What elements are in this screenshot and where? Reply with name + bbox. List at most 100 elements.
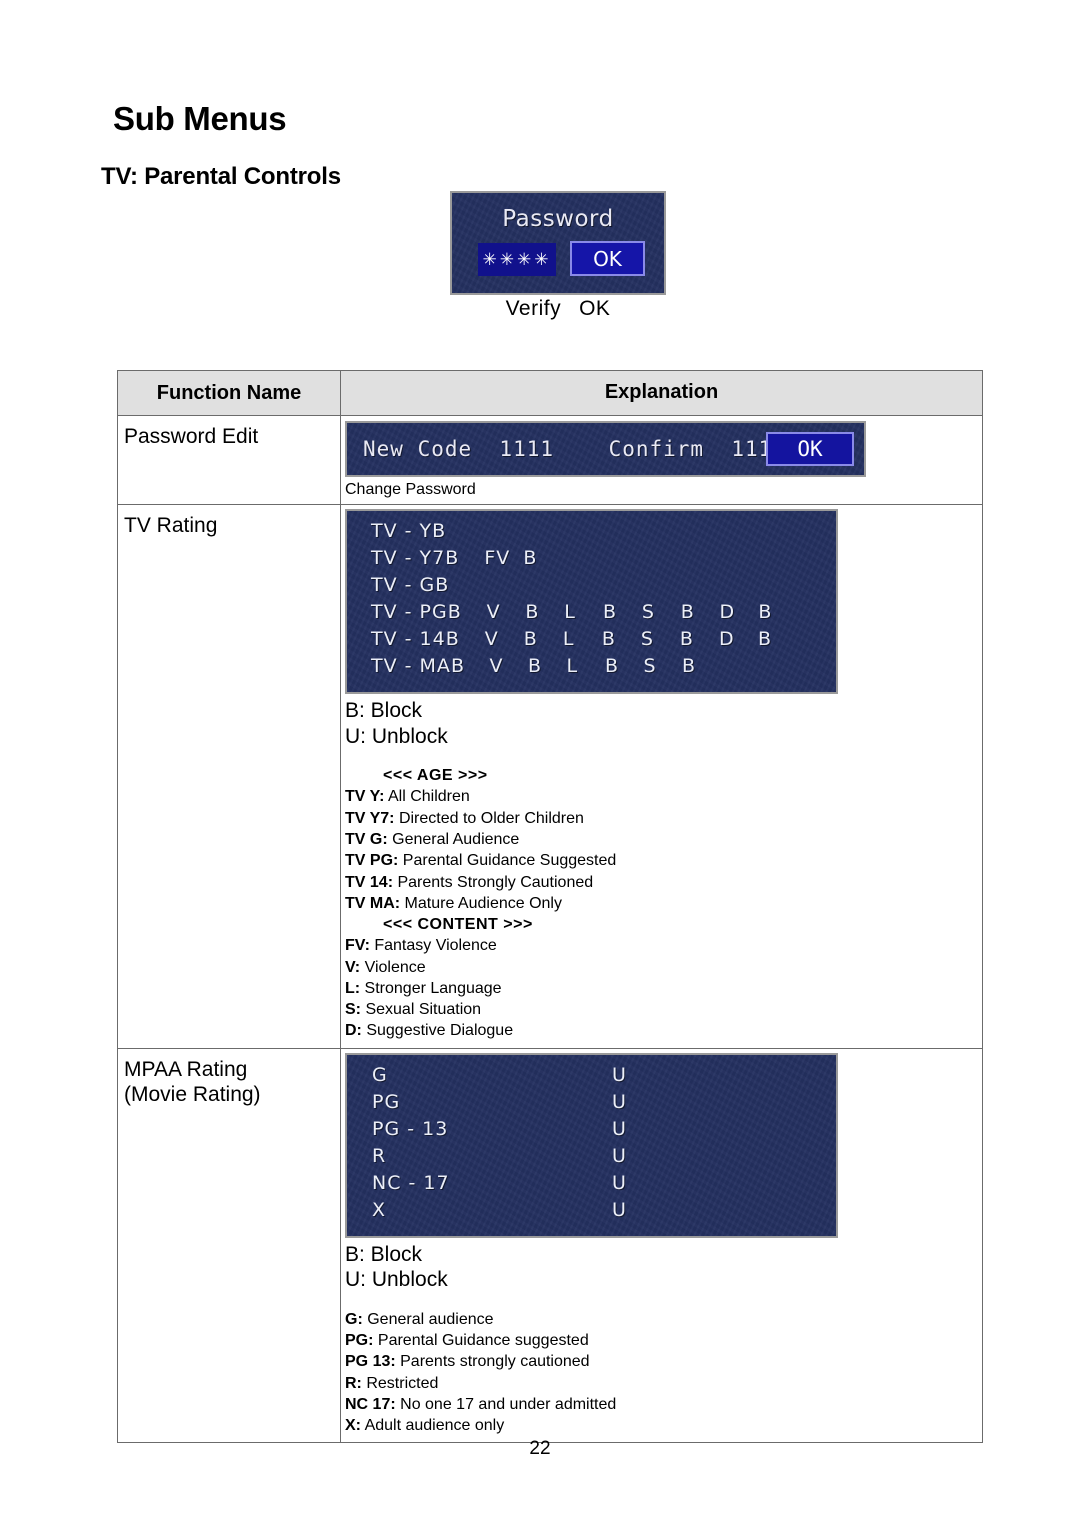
tv-rating-cell[interactable]: B xyxy=(603,601,642,623)
tv-rating-cell[interactable]: B xyxy=(602,628,641,650)
definition-code: FV: xyxy=(345,937,370,955)
age-section-header: <<< AGE >>> xyxy=(383,767,488,785)
tv-rating-cell[interactable]: FV xyxy=(484,547,523,569)
age-definition-item: TV Y: All Children xyxy=(345,786,982,807)
password-input-field[interactable]: ✳✳✳✳ xyxy=(478,243,556,276)
tv-rating-row[interactable]: TV - Y7 B FV B xyxy=(347,547,836,574)
age-definition-item: TV Y7: Directed to Older Children xyxy=(345,808,982,829)
tv-rating-row-label: TV - 14 xyxy=(371,627,446,650)
definition-code: S: xyxy=(345,1001,361,1019)
mpaa-rating-value[interactable]: U xyxy=(612,1145,627,1167)
password-dialog-caption: Verify OK xyxy=(450,297,666,321)
definition-text: Fantasy Violence xyxy=(369,937,497,955)
tv-rating-cell[interactable]: S xyxy=(643,655,682,677)
age-definition-item: TV 14: Parents Strongly Cautioned xyxy=(345,872,982,893)
tv-rating-cell[interactable]: B xyxy=(605,655,644,677)
password-ok-button[interactable]: OK xyxy=(570,241,645,276)
mpaa-rating-row[interactable]: PG U xyxy=(347,1091,836,1118)
row-content-mpaa-rating: G U PG U PG - 13 U R U NC - 17 U X U B: Block U: Un… xyxy=(341,1049,982,1443)
tv-rating-row[interactable]: TV - MA B V B L B S B xyxy=(347,655,836,682)
tv-rating-row[interactable]: TV - PG B V B L B S B D B xyxy=(347,601,836,628)
definition-code: D: xyxy=(345,1022,362,1040)
age-definition-list: TV Y: All Children TV Y7: Directed to Old… xyxy=(345,786,982,914)
mpaa-definition-item: PG: Parental Guidance suggested xyxy=(345,1330,982,1351)
mpaa-rating-value[interactable]: U xyxy=(612,1199,627,1221)
row-content-password-edit: New Code 1111 Confirm 1111 OK Change Pas… xyxy=(341,416,982,504)
section-title: TV: Parental Controls xyxy=(101,163,341,190)
mpaa-definition-item: X: Adult audience only xyxy=(345,1415,982,1436)
tv-rating-cell[interactable]: B xyxy=(758,628,797,650)
mpaa-rating-row-label: PG - 13 xyxy=(372,1117,449,1140)
tv-rating-cell[interactable]: B xyxy=(528,655,567,677)
function-explanation-table: Function Name Explanation Password Edit … xyxy=(117,370,983,1444)
new-code-confirm-line: New Code 1111 Confirm 1111 xyxy=(363,437,786,462)
change-password-osd: New Code 1111 Confirm 1111 OK xyxy=(345,421,866,478)
tv-rating-cell[interactable]: B xyxy=(432,520,472,542)
definition-text: Directed to Older Children xyxy=(394,809,584,827)
mpaa-rating-row[interactable]: XU xyxy=(347,1199,836,1226)
definition-code: V: xyxy=(345,958,361,976)
mpaa-rating-value[interactable]: U xyxy=(612,1091,627,1113)
row-label-tv-rating: TV Rating xyxy=(118,504,341,1048)
tv-rating-cell[interactable]: B xyxy=(680,628,719,650)
mpaa-rating-row[interactable]: RU xyxy=(347,1145,836,1172)
tv-rating-cell[interactable]: B xyxy=(445,547,484,569)
mpaa-rating-row-label: G xyxy=(372,1063,388,1086)
mpaa-rating-row[interactable]: GU xyxy=(347,1064,836,1091)
mpaa-rating-row-label: NC - 17 xyxy=(372,1171,450,1194)
definition-text: Adult audience only xyxy=(361,1417,505,1435)
tv-rating-cell[interactable]: S xyxy=(641,628,680,650)
page-number: 22 xyxy=(529,1438,551,1459)
tv-rating-row-label: TV - Y7 xyxy=(371,546,446,569)
definition-code: TV Y: xyxy=(345,788,385,806)
content-section-header: <<< CONTENT >>> xyxy=(383,916,533,934)
content-definition-item: V: Violence xyxy=(345,957,982,978)
row-content-tv-rating: TV - Y B TV - Y7 B FV B TV - G B TV - PG B V B L B S B D… xyxy=(341,505,982,1048)
legend-unblock: U: Unblock xyxy=(345,1268,448,1292)
legend-block: B: Block xyxy=(345,698,423,722)
mpaa-rating-row[interactable]: NC - 17 U xyxy=(347,1172,836,1199)
tv-rating-cell[interactable]: B xyxy=(523,547,562,569)
content-definition-list: FV: Fantasy Violence V: Violence L: Strong… xyxy=(345,935,982,1041)
definition-text: General Audience xyxy=(387,831,520,848)
tv-rating-cell[interactable]: B xyxy=(448,601,487,623)
tv-rating-row[interactable]: TV - GB xyxy=(347,574,836,601)
mpaa-rating-value[interactable]: U xyxy=(612,1172,627,1194)
tv-rating-cell[interactable]: D xyxy=(720,601,759,623)
tv-rating-cell[interactable]: V xyxy=(489,655,528,677)
content-definition-item: S: Sexual Situation xyxy=(345,999,982,1020)
definition-code: TV G: xyxy=(345,831,388,848)
tv-rating-row-label: TV - Y xyxy=(371,519,433,542)
definition-text: Restricted xyxy=(361,1374,439,1392)
age-definition-item: TV PG: Parental Guidance Suggested xyxy=(345,850,982,871)
definition-code: G: xyxy=(345,1310,363,1328)
mpaa-rating-value[interactable]: U xyxy=(612,1064,627,1086)
tv-rating-cell[interactable]: B xyxy=(758,601,797,623)
tv-rating-cell[interactable]: L xyxy=(564,601,603,623)
tv-rating-cell[interactable]: L xyxy=(566,655,605,677)
definition-code: TV 14: xyxy=(345,873,394,891)
definition-code: TV PG: xyxy=(345,852,399,870)
mpaa-rating-osd-grid: G U PG U PG - 13 U R U NC - 17 U X U xyxy=(345,1052,838,1238)
tv-rating-row[interactable]: TV - YB xyxy=(347,520,836,547)
password-dialog-osd: Password ✳✳✳✳ OK xyxy=(450,191,666,295)
tv-rating-cell[interactable]: B xyxy=(435,574,475,596)
tv-rating-cell[interactable]: B xyxy=(451,655,490,677)
legend-block: B: Block xyxy=(345,1242,423,1266)
tv-rating-cell[interactable]: V xyxy=(487,601,526,623)
tv-rating-cell[interactable]: B xyxy=(682,655,721,677)
tv-rating-cell[interactable]: L xyxy=(563,628,602,650)
change-password-caption: Change Password xyxy=(345,481,476,499)
mpaa-rating-row[interactable]: PG - 13 U xyxy=(347,1118,836,1145)
tv-rating-cell[interactable]: V xyxy=(485,628,524,650)
mpaa-rating-value[interactable]: U xyxy=(612,1118,627,1140)
mpaa-rating-row-label: PG xyxy=(372,1090,401,1113)
tv-rating-cell[interactable]: B xyxy=(524,628,563,650)
tv-rating-cell[interactable]: D xyxy=(719,628,758,650)
tv-rating-cell[interactable]: S xyxy=(642,601,681,623)
tv-rating-cell[interactable]: B xyxy=(681,601,720,623)
tv-rating-cell[interactable]: B xyxy=(446,628,485,650)
change-password-ok-button[interactable]: OK xyxy=(766,432,854,467)
tv-rating-row[interactable]: TV - 14 B V B L B S B D B xyxy=(347,628,836,655)
tv-rating-cell[interactable]: B xyxy=(525,601,564,623)
